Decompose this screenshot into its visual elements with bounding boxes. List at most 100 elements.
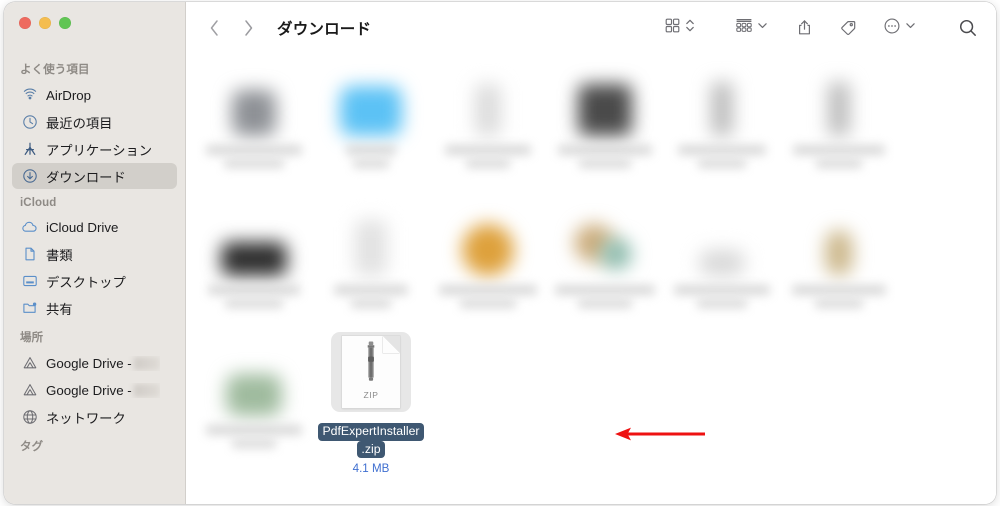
- file-name-line-2: .zip: [357, 440, 385, 458]
- sidebar-item-label: ダウンロード: [46, 169, 126, 185]
- document-icon: [21, 246, 38, 263]
- forward-button[interactable]: [242, 18, 255, 38]
- sidebar-item-icloud-drive[interactable]: iCloud Drive: [12, 214, 177, 240]
- file-item[interactable]: [783, 60, 895, 168]
- file-name-blurred: [334, 285, 408, 295]
- file-item-selected[interactable]: ZIP PdfExpertInstaller .zip 4.1 MB: [315, 332, 427, 475]
- shared-folder-icon: [21, 300, 38, 317]
- file-item[interactable]: [432, 60, 544, 168]
- main-content: ダウンロード ZIP PdfExpertInstaller .zip 4.1 M…: [186, 2, 996, 504]
- file-name-line-1: PdfExpertInstaller: [318, 423, 424, 441]
- zoom-button[interactable]: [59, 17, 71, 29]
- clock-icon: [21, 114, 38, 131]
- file-item[interactable]: [198, 60, 310, 168]
- file-item[interactable]: [666, 200, 778, 308]
- file-name-blurred: [793, 145, 885, 155]
- file-grid[interactable]: ZIP PdfExpertInstaller .zip 4.1 MB: [186, 54, 996, 504]
- grid-view-icon[interactable]: [664, 17, 681, 39]
- sidebar-list[interactable]: よく使う項目 AirDrop 最近の項目 アプリケーション ダウンロード iCl…: [4, 54, 185, 504]
- file-item[interactable]: [549, 60, 661, 168]
- file-name-blurred: [698, 159, 746, 168]
- sidebar-item-applications[interactable]: アプリケーション: [12, 136, 177, 162]
- file-name-blurred: [460, 299, 516, 308]
- file-item[interactable]: [198, 340, 310, 448]
- sidebar-item-downloads[interactable]: ダウンロード: [12, 163, 177, 189]
- finder-screenshot: よく使う項目 AirDrop 最近の項目 アプリケーション ダウンロード iCl…: [0, 0, 1000, 506]
- chevron-up-down-icon[interactable]: [685, 17, 695, 39]
- red-pointer-arrow: [615, 427, 705, 441]
- sidebar-group-favorites-title: よく使う項目: [20, 64, 90, 76]
- blurred-account-name: [133, 356, 160, 370]
- file-name-blurred: [224, 159, 284, 168]
- view-mode-control[interactable]: [664, 17, 695, 39]
- chevron-down-icon[interactable]: [757, 17, 768, 39]
- sidebar-item-label: アプリケーション: [46, 142, 153, 158]
- sidebar-item-google-drive-2[interactable]: Google Drive -: [12, 377, 177, 403]
- page-title: ダウンロード: [277, 21, 372, 38]
- file-icon-blurred: [315, 60, 427, 136]
- google-drive-icon: [21, 382, 38, 399]
- more-actions-control[interactable]: [883, 17, 916, 40]
- file-name-blurred: [678, 145, 766, 155]
- file-name-blurred: [346, 145, 396, 155]
- file-item[interactable]: [315, 60, 427, 168]
- sidebar-item-documents[interactable]: 書類: [12, 241, 177, 267]
- file-icon-blurred: [198, 340, 310, 416]
- sidebar-item-label: Google Drive -: [46, 382, 132, 398]
- file-name-blurred: [816, 159, 862, 168]
- blurred-account-name: [133, 383, 160, 397]
- file-size: 4.1 MB: [352, 462, 390, 475]
- file-name-blurred: [558, 145, 652, 155]
- toolbar: ダウンロード: [186, 2, 996, 54]
- window-controls: [19, 17, 71, 29]
- file-name-blurred: [225, 299, 283, 308]
- zipper-graphic: [367, 341, 375, 381]
- file-name[interactable]: PdfExpertInstaller .zip: [315, 423, 427, 458]
- sidebar-item-network[interactable]: ネットワーク: [12, 404, 177, 430]
- group-by-control[interactable]: [735, 17, 768, 39]
- sidebar: よく使う項目 AirDrop 最近の項目 アプリケーション ダウンロード iCl…: [4, 2, 186, 504]
- file-item[interactable]: [198, 200, 310, 308]
- file-item[interactable]: [432, 200, 544, 308]
- sidebar-item-desktop[interactable]: デスクトップ: [12, 268, 177, 294]
- sidebar-item-google-drive-1[interactable]: Google Drive -: [12, 350, 177, 376]
- sidebar-item-label: デスクトップ: [46, 274, 126, 290]
- file-icon-blurred: [549, 200, 661, 276]
- file-name-blurred: [445, 145, 531, 155]
- file-name-blurred: [674, 285, 770, 295]
- file-name-blurred: [697, 299, 747, 308]
- navigation-buttons: [208, 18, 255, 38]
- file-name-blurred: [466, 159, 510, 168]
- downloads-icon: [21, 168, 38, 185]
- ellipsis-circle-icon[interactable]: [883, 17, 901, 40]
- airdrop-icon: [21, 87, 38, 104]
- file-name-blurred: [353, 159, 389, 168]
- sidebar-item-label: ネットワーク: [46, 410, 126, 426]
- tag-icon[interactable]: [839, 19, 857, 37]
- file-item[interactable]: [315, 200, 427, 308]
- close-button[interactable]: [19, 17, 31, 29]
- sidebar-item-label: AirDrop: [46, 87, 92, 103]
- desktop-icon: [21, 273, 38, 290]
- zip-archive-icon: ZIP: [342, 336, 400, 408]
- file-item[interactable]: [549, 200, 661, 308]
- file-icon-blurred: [198, 200, 310, 276]
- minimize-button[interactable]: [39, 17, 51, 29]
- google-drive-icon: [21, 355, 38, 372]
- search-icon[interactable]: [958, 18, 978, 38]
- share-icon[interactable]: [796, 19, 813, 37]
- applications-icon: [21, 141, 38, 158]
- group-by-icon[interactable]: [735, 17, 753, 39]
- sidebar-item-airdrop[interactable]: AirDrop: [12, 82, 177, 108]
- sidebar-item-recents[interactable]: 最近の項目: [12, 109, 177, 135]
- file-icon-blurred: [666, 200, 778, 276]
- file-item[interactable]: [666, 60, 778, 168]
- finder-window: よく使う項目 AirDrop 最近の項目 アプリケーション ダウンロード iCl…: [4, 2, 996, 504]
- sidebar-item-shared[interactable]: 共有: [12, 295, 177, 321]
- file-name-blurred: [208, 285, 300, 295]
- back-button[interactable]: [208, 18, 221, 38]
- toolbar-actions: [664, 17, 978, 40]
- file-item[interactable]: [783, 200, 895, 308]
- file-icon-blurred: [666, 60, 778, 136]
- chevron-down-icon[interactable]: [905, 17, 916, 39]
